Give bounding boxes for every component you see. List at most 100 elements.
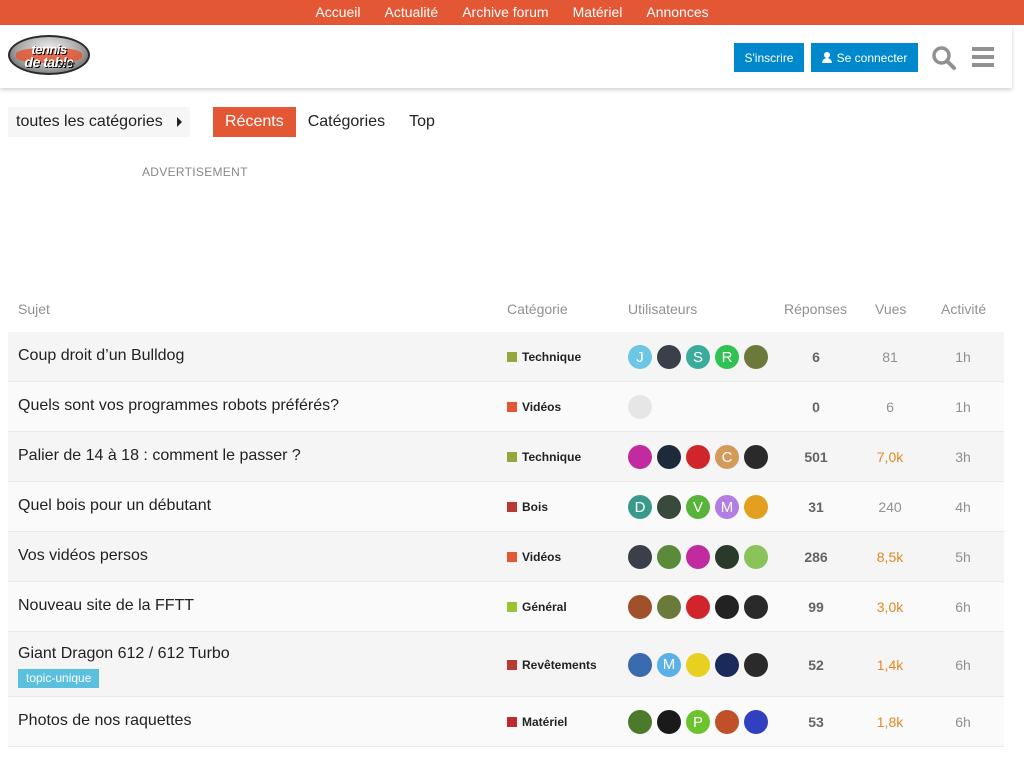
login-button[interactable]: Se connecter <box>811 43 918 72</box>
category-name: Bois <box>522 500 549 514</box>
topic-row[interactable]: Photos de nos raquettes Matériel P 53 1,8k 6h <box>8 697 1004 747</box>
tab-categories[interactable]: Catégories <box>296 107 397 137</box>
column-header-replies[interactable]: Réponses <box>784 301 847 317</box>
column-header-activity[interactable]: Activité <box>941 301 986 317</box>
category-badge[interactable]: Bois <box>507 500 548 514</box>
topic-title-link[interactable]: Vos vidéos persos <box>18 547 148 565</box>
column-header-topic[interactable]: Sujet <box>18 301 50 317</box>
category-badge[interactable]: Matériel <box>507 715 567 729</box>
user-avatar[interactable] <box>715 595 739 619</box>
category-name: Vidéos <box>522 400 562 414</box>
topnav-link-actualite[interactable]: Actualité <box>385 0 439 25</box>
user-avatar[interactable] <box>744 545 768 569</box>
topic-title-link[interactable]: Quels sont vos programmes robots préféré… <box>18 397 339 415</box>
activity-time[interactable]: 1h <box>933 349 993 365</box>
category-badge[interactable]: Revêtements <box>507 658 597 672</box>
topic-row[interactable]: Giant Dragon 612 / 612 Turbo topic-unique… <box>8 632 1004 697</box>
topic-row[interactable]: Vos vidéos persos Vidéos 286 8,5k 5h <box>8 532 1004 582</box>
user-avatar[interactable] <box>628 652 652 677</box>
topnav-link-materiel[interactable]: Matériel <box>573 0 623 25</box>
user-avatar[interactable]: P <box>686 710 710 734</box>
topnav-link-accueil[interactable]: Accueil <box>315 0 360 25</box>
user-avatar[interactable] <box>744 595 768 619</box>
user-avatar[interactable] <box>744 495 768 519</box>
column-header-category[interactable]: Catégorie <box>507 301 568 317</box>
activity-time[interactable]: 6h <box>933 714 993 730</box>
user-avatar[interactable]: V <box>686 495 710 519</box>
activity-time[interactable]: 6h <box>933 657 993 673</box>
activity-time[interactable]: 3h <box>933 449 993 465</box>
category-dropdown[interactable]: toutes les catégories <box>8 107 190 137</box>
user-avatar[interactable] <box>744 345 768 369</box>
user-avatar[interactable] <box>744 710 768 734</box>
category-badge[interactable]: Vidéos <box>507 550 561 564</box>
topic-title-link[interactable]: Giant Dragon 612 / 612 Turbo <box>18 645 230 663</box>
signup-button[interactable]: S'inscrire <box>734 43 804 72</box>
user-avatar[interactable] <box>628 545 652 569</box>
user-avatar[interactable] <box>686 545 710 569</box>
topic-row[interactable]: Quel bois pour un débutant Bois D V M 31 240 4h <box>8 482 1004 532</box>
category-badge[interactable]: Général <box>507 600 567 614</box>
topic-row[interactable]: Quels sont vos programmes robots préféré… <box>8 382 1004 432</box>
topic-row[interactable]: Nouveau site de la FFTT Général 99 3,0k 6h <box>8 582 1004 632</box>
activity-time[interactable]: 6h <box>933 599 993 615</box>
user-avatar[interactable] <box>657 710 681 734</box>
user-avatar[interactable] <box>628 595 652 619</box>
replies-count[interactable]: 99 <box>786 599 846 615</box>
topic-title-link[interactable]: Palier de 14 à 18 : comment le passer ? <box>18 447 301 465</box>
user-avatar[interactable] <box>657 595 681 619</box>
user-avatar[interactable] <box>715 545 739 569</box>
activity-time[interactable]: 4h <box>933 499 993 515</box>
user-avatar[interactable] <box>715 710 739 734</box>
user-avatar[interactable] <box>657 345 681 369</box>
tab-top[interactable]: Top <box>397 107 447 137</box>
user-avatar[interactable] <box>628 395 652 419</box>
user-avatar[interactable] <box>744 652 768 677</box>
replies-count[interactable]: 501 <box>786 449 846 465</box>
tab-recents[interactable]: Récents <box>213 107 296 137</box>
search-icon[interactable] <box>931 45 957 71</box>
hamburger-menu-icon[interactable] <box>972 47 994 67</box>
topic-title-link[interactable]: Photos de nos raquettes <box>18 712 191 730</box>
user-avatar[interactable]: R <box>715 345 739 369</box>
user-avatar[interactable]: S <box>686 345 710 369</box>
user-avatar[interactable] <box>657 495 681 519</box>
activity-time[interactable]: 1h <box>933 399 993 415</box>
user-avatar[interactable]: C <box>715 445 739 469</box>
replies-count[interactable]: 0 <box>786 399 846 415</box>
user-avatar[interactable] <box>628 710 652 734</box>
user-avatar[interactable]: J <box>628 345 652 369</box>
topic-title-link[interactable]: Coup droit d’un Bulldog <box>18 347 184 365</box>
user-avatar[interactable] <box>715 652 739 677</box>
user-avatar[interactable] <box>657 545 681 569</box>
user-avatar[interactable] <box>744 445 768 469</box>
replies-count[interactable]: 31 <box>786 499 846 515</box>
topnav-link-archive-forum[interactable]: Archive forum <box>462 0 548 25</box>
topic-row[interactable]: Palier de 14 à 18 : comment le passer ? T… <box>8 432 1004 482</box>
replies-count[interactable]: 6 <box>786 349 846 365</box>
user-avatar[interactable]: D <box>628 495 652 519</box>
topic-tag[interactable]: topic-unique <box>18 669 100 688</box>
activity-time[interactable]: 5h <box>933 549 993 565</box>
user-avatar[interactable] <box>657 445 681 469</box>
topic-title-link[interactable]: Nouveau site de la FFTT <box>18 597 194 615</box>
poster-avatars: M <box>628 652 768 677</box>
user-avatar[interactable]: M <box>715 495 739 519</box>
poster-avatars: J SR <box>628 345 768 369</box>
category-badge[interactable]: Technique <box>507 350 581 364</box>
topic-title-link[interactable]: Quel bois pour un débutant <box>18 497 211 515</box>
user-avatar[interactable] <box>628 445 652 469</box>
column-header-views[interactable]: Vues <box>875 301 906 317</box>
user-avatar[interactable]: M <box>657 652 681 677</box>
category-badge[interactable]: Vidéos <box>507 400 561 414</box>
user-avatar[interactable] <box>686 595 710 619</box>
replies-count[interactable]: 53 <box>786 714 846 730</box>
replies-count[interactable]: 286 <box>786 549 846 565</box>
topic-row[interactable]: Coup droit d’un Bulldog Technique J S R 6 81 1h <box>8 332 1004 382</box>
category-badge[interactable]: Technique <box>507 450 581 464</box>
topnav-link-annonces[interactable]: Annonces <box>646 0 708 25</box>
user-avatar[interactable] <box>686 652 710 677</box>
user-avatar[interactable] <box>686 445 710 469</box>
site-logo[interactable]: tennis de table .com <box>8 35 90 75</box>
replies-count[interactable]: 52 <box>786 657 846 673</box>
